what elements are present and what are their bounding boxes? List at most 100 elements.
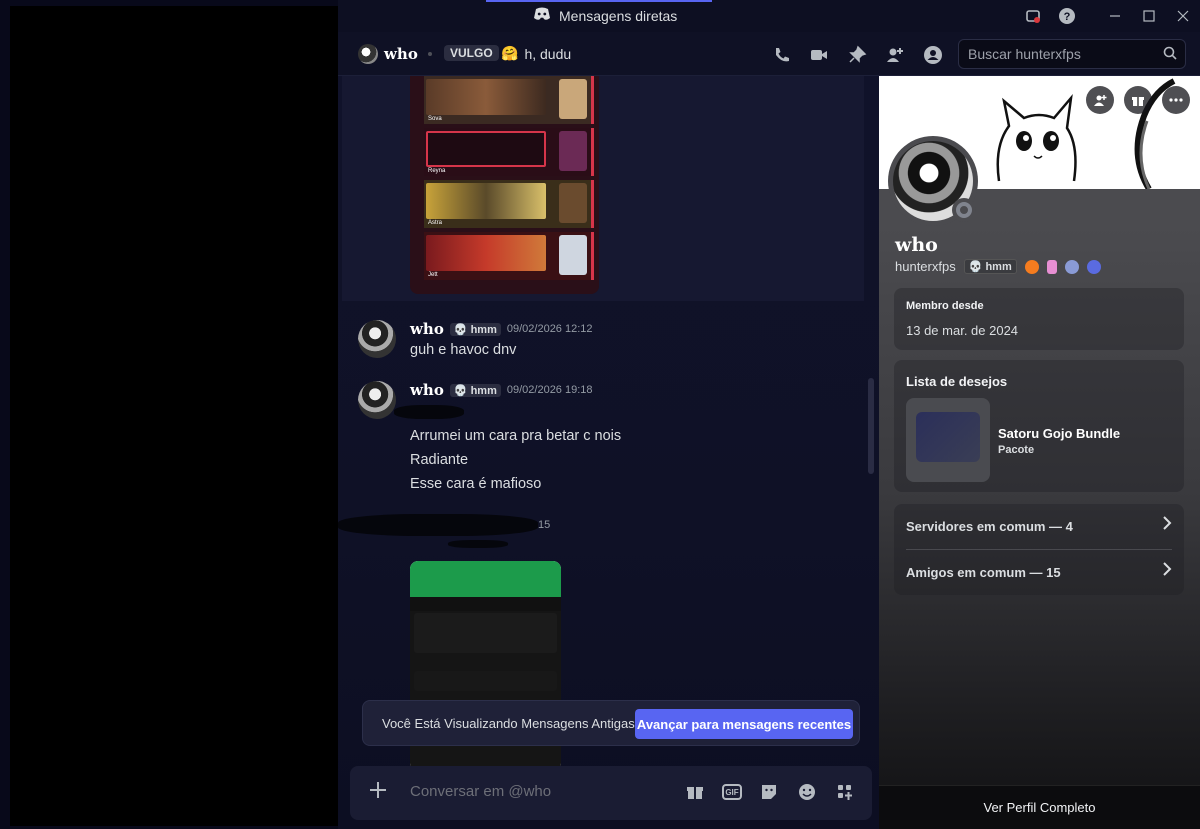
wishlist-item-type: Pacote [998,444,1035,456]
apps-icon[interactable] [834,781,856,803]
gift-icon[interactable] [684,781,706,803]
nitro-gem-badge-icon[interactable] [1046,259,1057,274]
more-options-icon[interactable] [1162,86,1190,114]
search-input[interactable]: Buscar hunterxfps [958,39,1186,69]
match-card [414,613,557,653]
header-username[interactable]: who [384,45,418,63]
message-header: who 💀 hmm 09/02/2026 12:12 [410,320,593,338]
mutual-servers-label: Servidores em comum — 4 [906,519,1073,534]
gif-icon[interactable]: GIF [722,784,742,800]
agent-label: Jett [428,272,438,278]
agent-row-3: Astra [424,180,594,228]
header-tag: VULGO [444,45,499,61]
message: who 💀 hmm 09/02/2026 19:18 Arrumei um ca… [358,381,858,501]
quest-badge-icon[interactable] [1086,259,1101,274]
member-since-value: 13 de mar. de 2024 [906,323,1019,338]
message-text: Esse cara é mafioso [410,476,542,492]
pin-icon[interactable] [846,44,868,66]
author-badge: 💀 hmm [449,322,501,336]
message-list: Sova Reyna Astra Jett who � [338,76,879,829]
boost-badge-icon[interactable] [1064,259,1079,274]
wishlist-item-image[interactable] [906,398,990,482]
image-attachment-valorant[interactable]: Sova Reyna Astra Jett [410,76,599,294]
window-title: Mensagens diretas [533,7,677,24]
attach-plus-icon[interactable] [366,779,390,803]
profile-avatar[interactable] [888,136,978,226]
emoji-icon[interactable] [796,781,818,803]
status-emoji: 🤗 [501,45,519,61]
message-text: Arrumei um cara pra betar c nois [410,428,622,444]
profile-display-name: who [895,234,938,256]
mutual-servers-row[interactable]: Servidores em comum — 4 [906,519,1172,534]
user-profile-panel: who hunterxfps 💀 hmm Membro desde 13 de … [879,76,1200,829]
author-avatar[interactable] [358,320,396,358]
member-since-card: Membro desde 13 de mar. de 2024 [894,288,1184,350]
agent-row-2: Reyna [424,128,594,176]
message-input[interactable]: Conversar em @who [410,783,551,800]
agent-row-4: Jett [424,232,594,280]
redaction-scribble [448,540,508,548]
old-messages-bar: Você Está Visualizando Mensagens Antigas… [362,700,860,746]
mutuals-card: Servidores em comum — 4 Amigos em comum … [894,504,1184,595]
sidebar-area [0,0,338,829]
author-badge: 💀 hmm [449,383,501,397]
divider [906,549,1172,550]
agent-label: Sova [428,116,442,122]
add-friend-icon[interactable] [1086,86,1114,114]
message-text: guh e havoc dnv [410,342,517,358]
message-text: Radiante [410,452,469,468]
app-tabs [410,597,561,611]
redaction-scribble [338,514,538,536]
wishlist-card: Lista de desejos Satoru Gojo Bundle Paco… [894,360,1184,492]
maximize-icon[interactable] [1138,6,1160,26]
chevron-right-icon [1162,516,1172,535]
message-header: who 💀 hmm 09/02/2026 19:18 [410,381,593,399]
title-bar: Mensagens diretas ? [338,0,1200,32]
discord-window: Mensagens diretas ? who VULGO 🤗 h, dudu [0,0,1200,829]
chevron-right-icon [1162,562,1172,581]
mutual-friends-label: Amigos em comum — 15 [906,565,1061,580]
minimize-icon[interactable] [1104,6,1126,26]
jump-to-present-button[interactable]: Avançar para mensagens recentes [635,709,853,739]
old-messages-text: Você Está Visualizando Mensagens Antigas [382,716,635,731]
mutual-friends-row[interactable]: Amigos em comum — 15 [906,565,1172,580]
agent-label: Astra [428,220,443,226]
banner-cat-art [996,93,1077,182]
author-avatar[interactable] [358,381,396,419]
wishlist-item-name[interactable]: Satoru Gojo Bundle [998,426,1120,441]
profile-badge: 💀 hmm [963,259,1017,274]
message-timestamp: 09/02/2026 19:18 [506,384,593,396]
sticker-icon[interactable] [758,781,780,803]
redacted-block [10,6,338,826]
message-composer: Conversar em @who GIF [350,766,872,820]
message: who 💀 hmm 09/02/2026 12:12 guh e havoc d… [358,320,858,360]
chat-scrollbar[interactable] [868,378,874,474]
add-friends-icon[interactable] [884,44,906,66]
user-profile-icon[interactable] [922,44,944,66]
offline-status-icon [952,198,976,222]
send-gift-icon[interactable] [1124,86,1152,114]
dm-header: who VULGO 🤗 h, dudu Buscar hunterxfps [338,32,1200,76]
header-avatar [358,44,378,64]
hypesquad-badge-icon[interactable] [1024,259,1039,274]
video-call-icon[interactable] [808,44,830,66]
message-timestamp: 09/02/2026 12:12 [506,323,593,335]
close-icon[interactable] [1172,6,1194,26]
view-full-profile-button[interactable]: Ver Perfil Completo [879,785,1200,829]
search-icon [1163,46,1177,63]
app-header-green [410,561,561,597]
search-placeholder: Buscar hunterxfps [968,46,1081,62]
svg-text:?: ? [1064,11,1071,23]
wishlist-label: Lista de desejos [906,374,1008,389]
author-name[interactable]: who [410,320,444,338]
agent-row-1: Sova [424,76,594,124]
author-name[interactable]: who [410,381,444,399]
help-icon[interactable]: ? [1056,6,1078,26]
discord-logo-icon [533,7,551,24]
agent-label: Reyna [428,168,446,174]
voice-call-icon[interactable] [771,44,793,66]
member-since-label: Membro desde [906,300,984,312]
status-text: h, dudu [524,45,572,62]
inbox-icon[interactable] [1022,6,1044,26]
live-card [414,671,557,691]
